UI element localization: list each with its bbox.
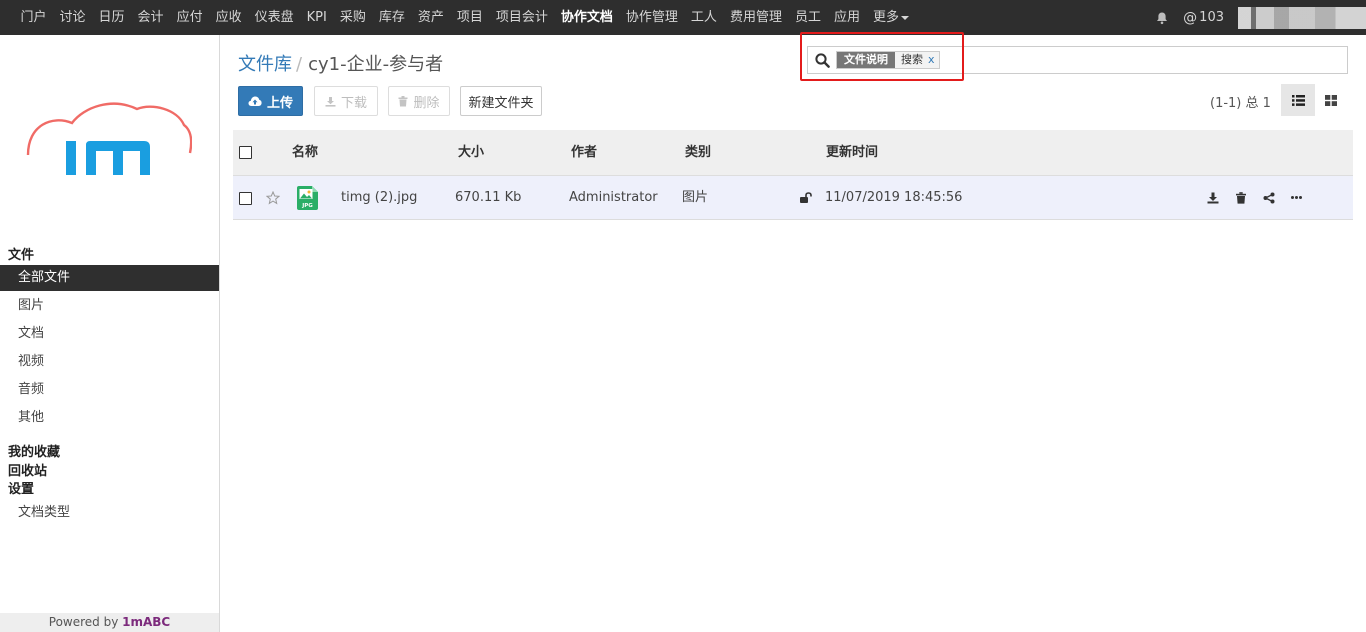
grid-icon: [1325, 94, 1337, 106]
breadcrumb-separator: /: [296, 54, 303, 75]
column-header-author[interactable]: 作者: [571, 130, 597, 176]
table-header: 名称 大小 作者 类别 更新时间: [233, 130, 1353, 176]
sidebar: 文件 全部文件 图片 文档 视频 音频 其他 我的收藏 回收站 设置 文档类型 …: [0, 35, 220, 632]
nav-item-apps[interactable]: 应用: [827, 0, 866, 35]
nav-item-collab-management[interactable]: 协作管理: [619, 0, 684, 35]
sidebar-item-audio[interactable]: 音频: [0, 377, 219, 403]
powered-by-label: Powered by: [48, 615, 123, 629]
download-label: 下载: [340, 95, 367, 111]
nav-item-project[interactable]: 项目: [450, 0, 489, 35]
nav-item-discuss[interactable]: 讨论: [53, 0, 92, 35]
trash-icon: [398, 95, 408, 106]
list-icon: [1291, 94, 1305, 106]
nav-item-workers[interactable]: 工人: [684, 0, 723, 35]
unlock-icon[interactable]: [800, 192, 813, 203]
download-icon: [325, 96, 336, 107]
row-checkbox[interactable]: [239, 192, 252, 205]
grid-view-button[interactable]: [1314, 84, 1348, 116]
file-size: 670.11 Kb: [455, 190, 522, 205]
share-icon[interactable]: [1263, 192, 1275, 204]
delete-label: 删除: [413, 95, 440, 111]
main-menu: 门户 讨论 日历 会计 应付 应收 仪表盘 KPI 采购 库存 资产 项目 项目…: [14, 0, 916, 35]
sidebar-section-files[interactable]: 文件: [8, 244, 34, 263]
new-folder-button[interactable]: 新建文件夹: [460, 86, 542, 116]
nav-item-dashboard[interactable]: 仪表盘: [248, 0, 300, 35]
navbar-right: @ 103: [1155, 0, 1366, 35]
sidebar-item-document-types[interactable]: 文档类型: [0, 500, 219, 526]
sidebar-item-images[interactable]: 图片: [0, 293, 219, 319]
sidebar-item-videos[interactable]: 视频: [0, 349, 219, 375]
download-icon[interactable]: [1207, 192, 1219, 204]
star-icon[interactable]: [266, 191, 280, 205]
company-logo: [26, 102, 192, 175]
trash-icon[interactable]: [1236, 192, 1246, 204]
highlight-box: [800, 32, 964, 81]
column-header-type[interactable]: 类别: [685, 130, 711, 176]
mention-count: 103: [1199, 10, 1224, 25]
top-navbar: 门户 讨论 日历 会计 应付 应收 仪表盘 KPI 采购 库存 资产 项目 项目…: [0, 0, 1366, 35]
powered-by-brand[interactable]: 1mABC: [122, 615, 170, 629]
caret-down-icon: [901, 15, 909, 20]
download-button[interactable]: 下载: [314, 86, 378, 116]
sidebar-item-other[interactable]: 其他: [0, 405, 219, 431]
upload-button[interactable]: 上传: [238, 86, 303, 116]
delete-button[interactable]: 删除: [388, 86, 450, 116]
nav-item-kpi[interactable]: KPI: [300, 0, 333, 35]
nav-item-purchase[interactable]: 采购: [333, 0, 372, 35]
nav-item-assets[interactable]: 资产: [411, 0, 450, 35]
nav-item-more[interactable]: 更多: [866, 0, 915, 35]
sidebar-section-favorites[interactable]: 我的收藏: [8, 441, 60, 460]
mentions-counter[interactable]: @ 103: [1183, 10, 1224, 26]
nav-item-payables[interactable]: 应付: [170, 0, 209, 35]
sidebar-item-all-files[interactable]: 全部文件: [0, 265, 219, 291]
list-view-button[interactable]: [1281, 84, 1315, 116]
column-header-updated[interactable]: 更新时间: [826, 130, 878, 176]
file-updated: 11/07/2019 18:45:56: [825, 190, 963, 205]
upload-label: 上传: [266, 95, 293, 111]
file-author: Administrator: [569, 190, 658, 205]
file-name[interactable]: timg (2).jpg: [341, 176, 417, 220]
nav-item-inventory[interactable]: 库存: [372, 0, 411, 35]
file-type: 图片: [682, 190, 709, 205]
nav-item-calendar[interactable]: 日历: [92, 0, 131, 35]
nav-item-expenses[interactable]: 费用管理: [723, 0, 788, 35]
cloud-upload-icon: [248, 96, 262, 106]
nav-item-accounting[interactable]: 会计: [131, 0, 170, 35]
select-all-checkbox[interactable]: [239, 146, 252, 159]
at-icon: @: [1183, 9, 1198, 26]
file-type-badge: JPG: [301, 203, 313, 209]
sidebar-section-settings[interactable]: 设置: [8, 478, 34, 497]
nav-item-employees[interactable]: 员工: [788, 0, 827, 35]
sidebar-item-documents[interactable]: 文档: [0, 321, 219, 347]
user-menu[interactable]: [1238, 6, 1366, 29]
jpg-file-icon: JPG: [297, 186, 318, 210]
sidebar-section-recycle-bin[interactable]: 回收站: [8, 460, 47, 479]
nav-item-portal[interactable]: 门户: [14, 0, 53, 35]
table-row[interactable]: JPG timg (2).jpg 670.11 Kb Administrator…: [233, 176, 1353, 220]
bell-icon[interactable]: [1155, 11, 1169, 25]
breadcrumb-current: cy1-企业-参与者: [308, 54, 444, 75]
nav-item-receivables[interactable]: 应收: [209, 0, 248, 35]
new-folder-label: 新建文件夹: [468, 95, 534, 111]
pager-value: (1-1) 总 1: [1210, 96, 1271, 111]
breadcrumb-root[interactable]: 文件库: [238, 54, 292, 75]
more-label: 更多: [872, 10, 899, 25]
nav-item-documents[interactable]: 协作文档: [554, 0, 619, 35]
column-header-name[interactable]: 名称: [292, 130, 318, 176]
more-options-icon[interactable]: [1291, 195, 1302, 200]
nav-item-project-accounting[interactable]: 项目会计: [489, 0, 554, 35]
breadcrumb: 文件库 / cy1-企业-参与者: [238, 50, 443, 76]
column-header-size[interactable]: 大小: [458, 130, 484, 176]
powered-by-footer: Powered by 1mABC: [0, 613, 219, 632]
